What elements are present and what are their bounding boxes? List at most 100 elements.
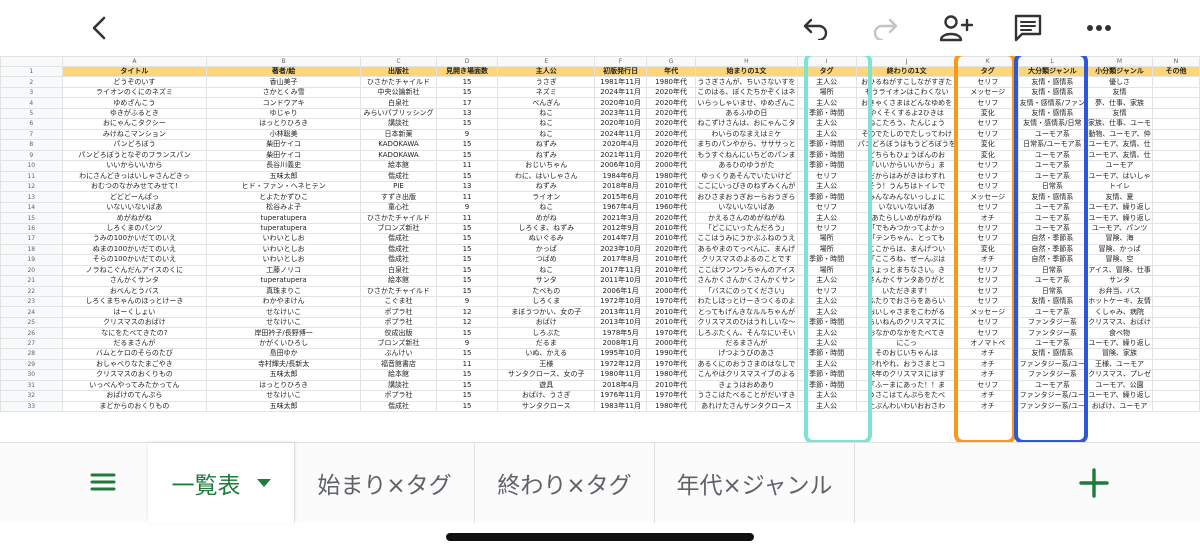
table-cell[interactable]: だるまさんが [695,337,798,350]
table-cell[interactable]: 2010年代 [645,191,697,203]
table-cell[interactable]: 1970年代 [645,327,697,339]
table-cell[interactable]: ファンタジー系 [1017,369,1088,381]
table-cell[interactable]: 2013年11月 [594,306,647,318]
table-cell[interactable]: いわいとしお [206,243,362,256]
header-cell[interactable]: 大分類ジャンル [1017,65,1088,78]
table-cell[interactable] [1152,233,1200,245]
table-cell[interactable] [1152,400,1200,412]
table-cell[interactable]: ユーモア系 [1017,201,1088,214]
table-cell[interactable]: 季節・時間 [796,369,857,381]
table-cell[interactable]: やれやれ、おうさまとコ [855,358,958,371]
table-cell[interactable]: おべんとうバス [61,285,208,297]
table-cell[interactable]: ブロンズ新社 [360,222,437,235]
table-cell[interactable]: ぬいぐるみ [497,233,596,245]
table-cell[interactable]: アイス、冒険、仕事 [1086,264,1154,277]
table-cell[interactable]: 長谷川義史 [206,160,362,172]
table-cell[interactable]: 主人公 [796,118,857,130]
table-cell[interactable]: オチ [956,348,1019,360]
table-cell[interactable]: ぬまの100かいだてのいえ [61,243,208,256]
table-cell[interactable]: 2018年8月 [594,180,647,193]
table-cell[interactable]: 15 [435,400,499,412]
table-cell[interactable]: 季節・時間 [796,379,857,392]
table-cell[interactable] [1152,390,1200,402]
table-cell[interactable] [1152,128,1200,141]
table-cell[interactable]: らいねんのクリスマスに [855,316,958,329]
table-cell[interactable] [1152,285,1200,297]
row-number[interactable]: 20 [0,264,63,277]
table-cell[interactable]: 食べ物 [1086,327,1154,339]
table-cell[interactable]: ユーモア系 [1017,337,1088,350]
table-cell[interactable]: このはる、ぼくたちかぞくはネ [695,86,798,99]
table-cell[interactable]: 2020年代 [645,212,697,224]
column-letter[interactable]: G [645,56,697,67]
table-cell[interactable]: 15 [435,243,499,256]
table-cell[interactable]: わいらのなまえはミケ [695,128,798,141]
table-cell[interactable]: 偕成社 [360,170,437,183]
table-cell[interactable]: tuperatupera [206,275,362,287]
table-cell[interactable]: はっとりひろき [206,118,362,130]
table-cell[interactable]: 1980年代 [645,400,697,412]
table-cell[interactable]: クリスマスのおばけ [61,316,208,329]
table-cell[interactable]: 2020年代 [645,149,697,162]
table-cell[interactable]: 9 [435,337,499,350]
table-cell[interactable]: そのでたしのでたしってわけ [855,128,958,141]
table-cell[interactable]: 15 [435,233,499,245]
table-cell[interactable]: 変化 [956,107,1019,120]
table-cell[interactable]: 友情・感情系 [1017,348,1088,360]
table-cell[interactable]: 主人公 [796,275,857,287]
header-cell[interactable]: タイトル [61,65,208,78]
table-cell[interactable]: ねこ [497,107,596,120]
table-cell[interactable]: 冒険、家族 [1086,348,1154,360]
table-cell[interactable]: 日常系 [1017,285,1088,297]
table-cell[interactable] [1152,170,1200,183]
row-number[interactable]: 18 [0,243,63,256]
table-cell[interactable]: 友情・感情系 [1017,76,1088,88]
table-cell[interactable]: 15 [435,275,499,287]
table-cell[interactable]: セリフ [796,285,857,297]
table-cell[interactable]: 場所 [796,243,857,256]
header-cell[interactable]: タグ [956,65,1019,78]
table-cell[interactable]: 家族、仕事、ユーモ [1086,118,1154,130]
header-cell[interactable]: 初版発行日 [594,65,647,78]
table-cell[interactable]: ちょっとまちなさい。き [855,264,958,277]
table-cell[interactable]: 変化 [956,139,1019,151]
table-cell[interactable]: セリフ [956,264,1019,277]
row-number[interactable]: 8 [0,139,63,151]
table-cell[interactable]: 1980年代 [645,76,697,88]
table-cell[interactable]: セリフ [956,295,1019,308]
row-number[interactable]: 9 [0,149,63,162]
table-cell[interactable]: さんかくさんかくさんかくサン [695,275,798,287]
column-letter[interactable]: I [796,56,857,67]
table-cell[interactable] [1152,295,1200,308]
table-cell[interactable]: ここはうみにうかぶふねのうえ [695,233,798,245]
table-cell[interactable]: おきゃくさまはどんなゆめを [855,97,958,109]
table-cell[interactable]: 絵本館 [360,369,437,381]
row-number[interactable]: 16 [0,222,63,235]
table-cell[interactable]: ポプラ社 [360,316,437,329]
row-number[interactable]: 11 [0,170,63,183]
table-cell[interactable] [1152,139,1200,151]
table-cell[interactable]: わにさんどきっはいしゃさんどきっ [61,170,208,183]
table-cell[interactable]: 1980年11月 [594,369,647,381]
table-cell[interactable]: ねずみ [497,139,596,151]
table-cell[interactable]: そらの100かいだてのいえ [61,254,208,266]
table-cell[interactable]: 主人公 [796,212,857,224]
table-cell[interactable]: とよたかずひこ [206,191,362,203]
table-cell[interactable]: オチ [956,390,1019,402]
table-cell[interactable]: 優しさ [1086,76,1154,88]
table-cell[interactable]: 「こころね、ぜーんぶは [855,254,958,266]
table-cell[interactable]: ユーモア、友情、仕 [1086,139,1154,151]
column-letter[interactable]: M [1086,56,1154,67]
table-cell[interactable]: 2010年代 [645,222,697,235]
column-letter[interactable]: C [360,56,437,67]
table-cell[interactable]: こぐま社 [360,295,437,308]
table-cell[interactable]: 白泉社 [360,97,437,109]
table-cell[interactable]: 主人公 [796,306,857,318]
undo-button[interactable] [798,10,834,46]
select-all-corner[interactable] [0,56,63,67]
table-cell[interactable] [1152,379,1200,392]
table-cell[interactable]: パンどろぼうとなぞのフランスパン [61,149,208,162]
table-cell[interactable]: しろくま、ねずみ [497,222,596,235]
table-cell[interactable]: いないいないばあ [855,201,958,214]
table-cell[interactable]: まどからのおくりもの [61,400,208,412]
